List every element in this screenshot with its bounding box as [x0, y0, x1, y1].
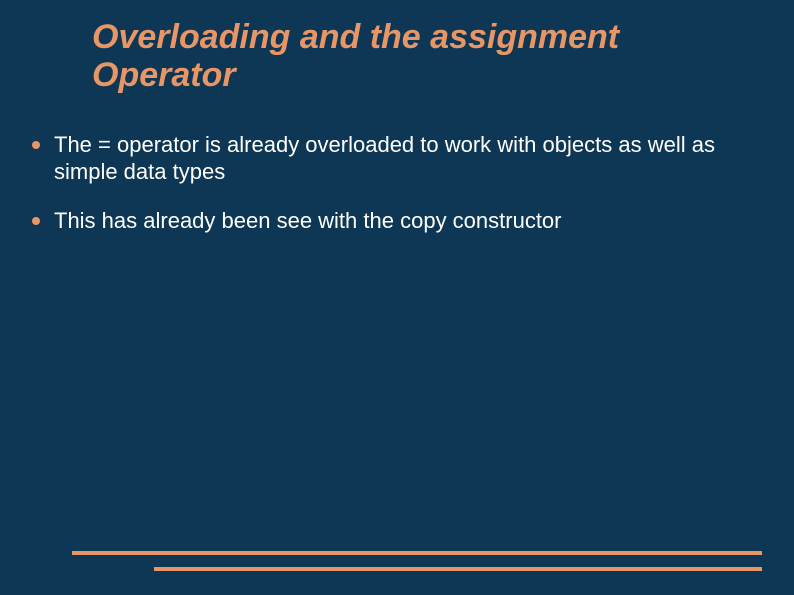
bullet-icon: [32, 217, 40, 225]
slide-title: Overloading and the assignment Operator: [92, 18, 744, 94]
list-item: This has already been see with the copy …: [32, 208, 754, 235]
divider-top: [72, 551, 762, 555]
list-item-text: The = operator is already overloaded to …: [54, 132, 754, 186]
list-item: The = operator is already overloaded to …: [32, 132, 754, 186]
bullet-icon: [32, 141, 40, 149]
divider-bottom: [154, 567, 762, 571]
slide-body: The = operator is already overloaded to …: [32, 132, 754, 256]
list-item-text: This has already been see with the copy …: [54, 208, 754, 235]
